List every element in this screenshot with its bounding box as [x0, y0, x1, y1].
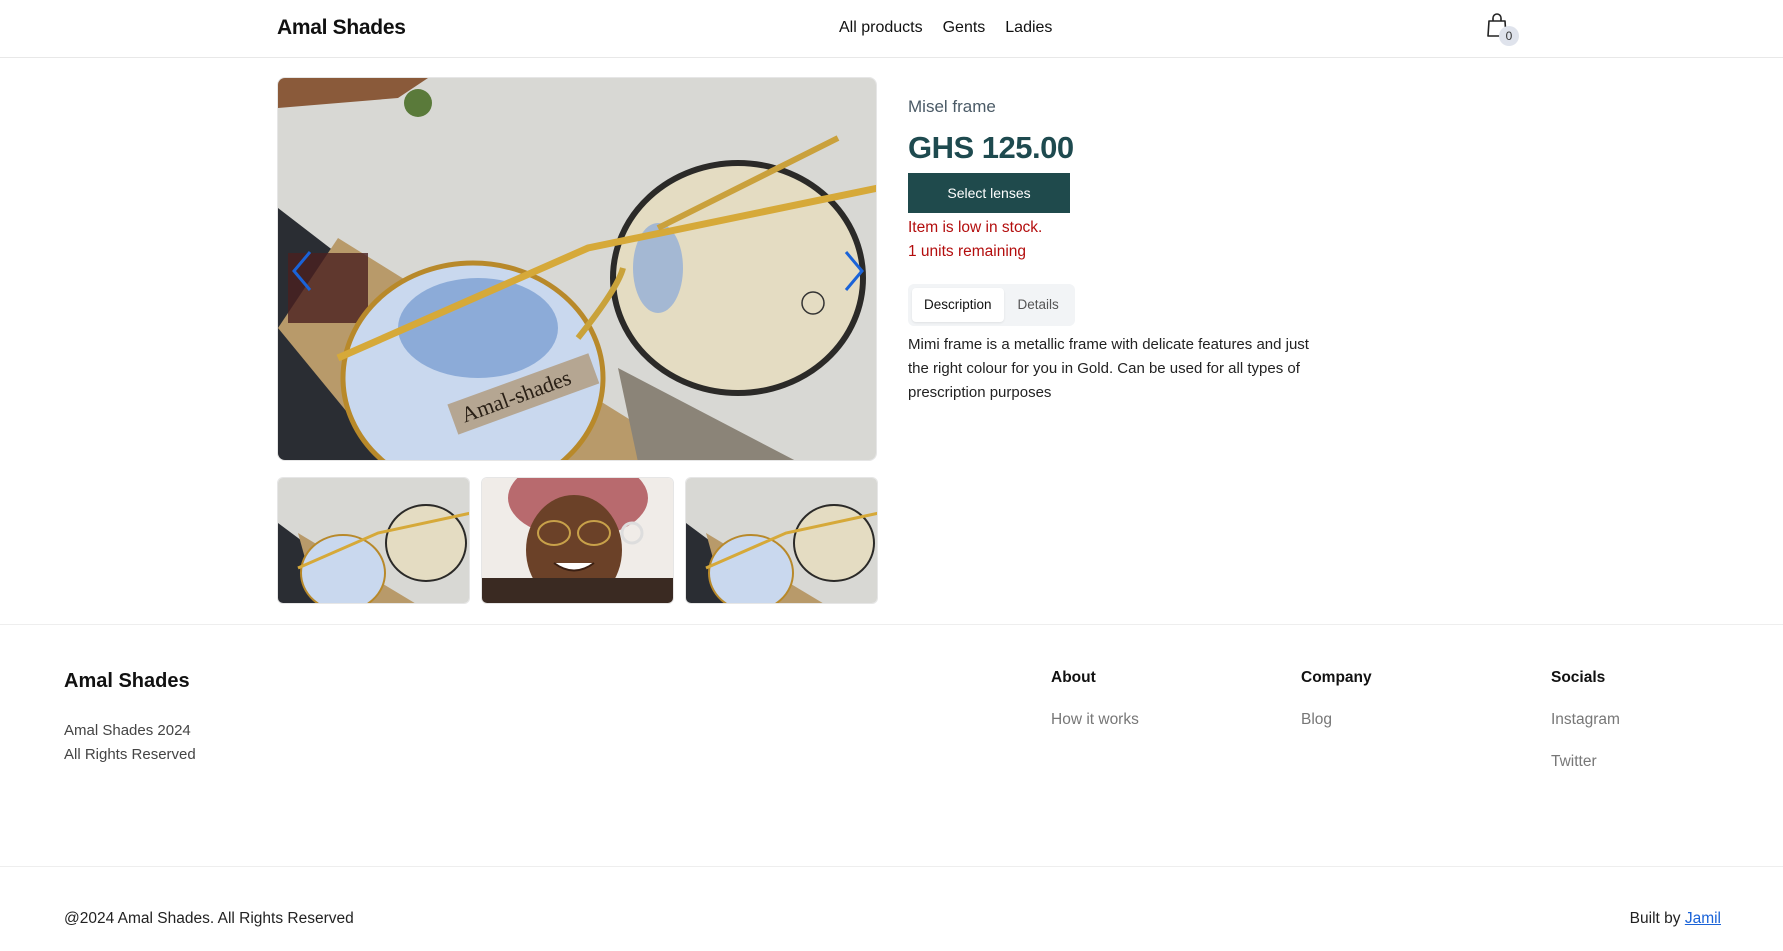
cart-button[interactable]: 0 [1485, 12, 1519, 46]
nav-gents[interactable]: Gents [943, 19, 986, 37]
cart-count-badge: 0 [1499, 26, 1519, 46]
footer-brand: Amal Shades [64, 670, 190, 692]
footer-link-how-it-works[interactable]: How it works [1051, 711, 1139, 729]
brand-logo[interactable]: Amal Shades [277, 16, 406, 40]
footer-link-blog[interactable]: Blog [1301, 711, 1372, 729]
thumbnail-strip [277, 477, 878, 604]
thumbnail-3[interactable] [685, 477, 878, 604]
footer-col-company: Company Blog [1301, 669, 1372, 753]
chevron-left-icon[interactable] [288, 248, 316, 294]
footer-heading-socials: Socials [1551, 669, 1606, 686]
thumbnail-2[interactable] [481, 477, 674, 604]
footer-copyright: Amal Shades 2024 All Rights Reserved [64, 719, 196, 767]
product-main-image: Amal-shades [277, 77, 877, 461]
footer-copy-line2: All Rights Reserved [64, 746, 196, 763]
nav-ladies[interactable]: Ladies [1005, 19, 1052, 37]
author-link[interactable]: Jamil [1685, 910, 1721, 927]
tab-description[interactable]: Description [912, 288, 1004, 322]
footer-col-about: About How it works [1051, 669, 1139, 753]
bottom-copyright: @2024 Amal Shades. All Rights Reserved [64, 910, 354, 927]
product-tabs: Description Details [908, 284, 1075, 326]
stock-warning: Item is low in stock. 1 units remaining [908, 216, 1042, 264]
glasses-thumb-image [686, 478, 877, 603]
nav-all-products[interactable]: All products [839, 19, 923, 37]
main-nav: All products Gents Ladies [839, 19, 1052, 37]
model-photo [482, 478, 673, 603]
footer-copy-line1: Amal Shades 2024 [64, 722, 191, 739]
chevron-right-icon[interactable] [840, 248, 868, 294]
footer-heading-company: Company [1301, 669, 1372, 686]
glasses-thumb-image [278, 478, 469, 603]
product-name: Misel frame [908, 97, 996, 116]
footer-link-twitter[interactable]: Twitter [1551, 753, 1620, 771]
site-header: Amal Shades All products Gents Ladies 0 [0, 0, 1783, 58]
bottom-bar: @2024 Amal Shades. All Rights Reserved B… [0, 866, 1783, 951]
tab-details[interactable]: Details [1006, 288, 1071, 322]
footer-col-socials: Socials Instagram Twitter [1551, 669, 1620, 795]
footer-heading-about: About [1051, 669, 1096, 686]
built-by: Built by Jamil [1630, 910, 1721, 928]
thumbnail-1[interactable] [277, 477, 470, 604]
built-by-label: Built by [1629, 910, 1681, 927]
select-lenses-button[interactable]: Select lenses [908, 173, 1070, 213]
units-remaining-text: 1 units remaining [908, 243, 1027, 260]
product-description: Mimi frame is a metallic frame with deli… [908, 336, 1309, 401]
footer-link-instagram[interactable]: Instagram [1551, 711, 1620, 729]
low-stock-text: Item is low in stock. [908, 219, 1043, 236]
product-price: GHS 125.00 [908, 130, 1074, 165]
glasses-photo: Amal-shades [278, 78, 876, 460]
